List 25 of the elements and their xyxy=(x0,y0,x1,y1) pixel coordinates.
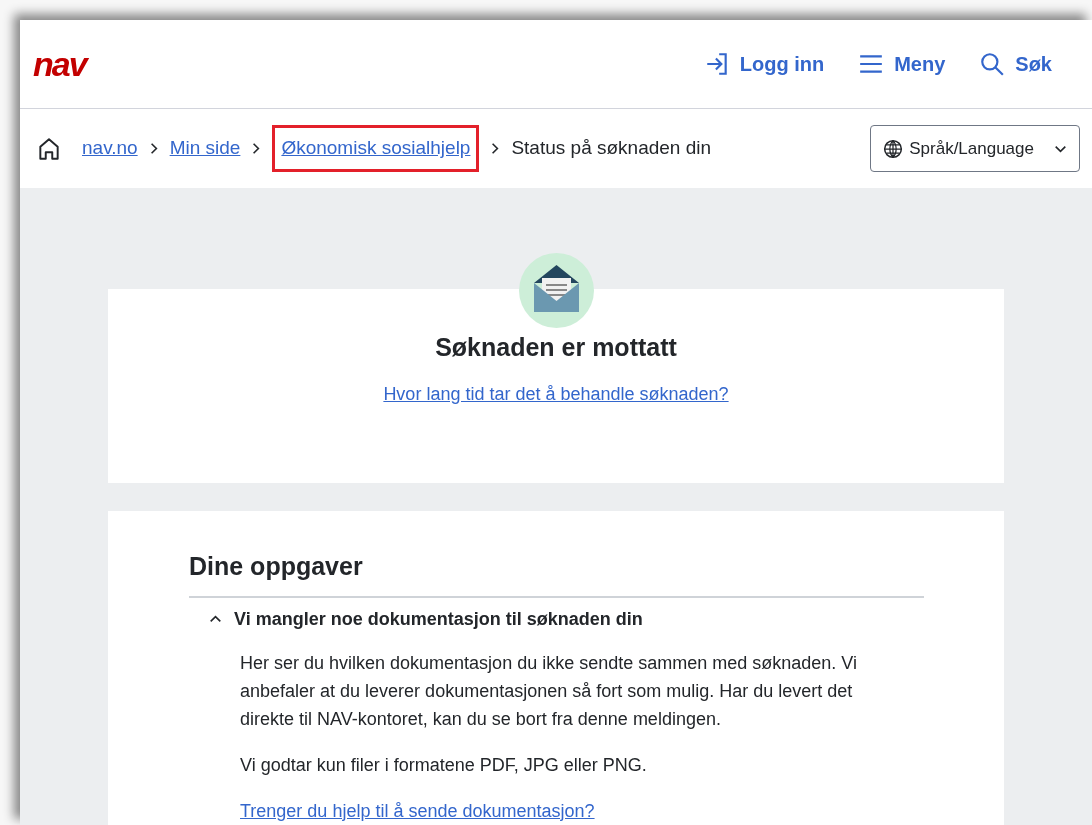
card-title: Søknaden er mottatt xyxy=(435,332,677,363)
search-icon xyxy=(979,51,1006,77)
chevron-right-icon xyxy=(252,142,261,155)
home-icon[interactable] xyxy=(36,135,62,162)
section-heading: Dine oppgaver xyxy=(189,548,924,598)
chevron-up-icon xyxy=(209,615,222,623)
paragraph: Her ser du hvilken dokumentasjon du ikke sendte sammen med søknaden. Vi anbefaler at du leverer dokumentasjonen så fort som mulig. Har du levert det direkte til NAV-kontoret, kan du se bort fra denne meldingen. xyxy=(240,651,857,731)
breadcrumb-link[interactable]: Min side xyxy=(169,134,241,163)
envelope-icon xyxy=(519,253,594,328)
login-button[interactable]: Logg inn xyxy=(703,49,825,79)
chevron-right-icon xyxy=(491,142,500,155)
breadcrumb-current: Status på søknaden din xyxy=(511,136,712,161)
chevron-down-icon xyxy=(1054,144,1067,153)
language-button[interactable]: Språk/Language xyxy=(870,125,1080,172)
logo[interactable]: nav xyxy=(33,47,86,81)
globe-icon xyxy=(883,138,904,159)
info-link[interactable]: Hvor lang tid tar det å behandle søknaden? xyxy=(383,380,729,408)
menu-button[interactable]: Meny xyxy=(858,49,946,79)
accordion-header[interactable]: Vi mangler noe dokumentasjon til søknaden din xyxy=(189,597,643,633)
chevron-right-icon xyxy=(149,142,158,155)
paragraph: Vi godtar kun filer i formatene PDF, JPG eller PNG. xyxy=(240,753,648,777)
help-link[interactable]: Trenger du hjelp til å sende dokumentasjon? xyxy=(240,800,595,821)
search-button[interactable]: Søk xyxy=(979,49,1052,79)
breadcrumb-link[interactable]: nav.no xyxy=(82,134,138,163)
breadcrumb-link[interactable]: Økonomisk sosialhjelp xyxy=(281,137,471,159)
